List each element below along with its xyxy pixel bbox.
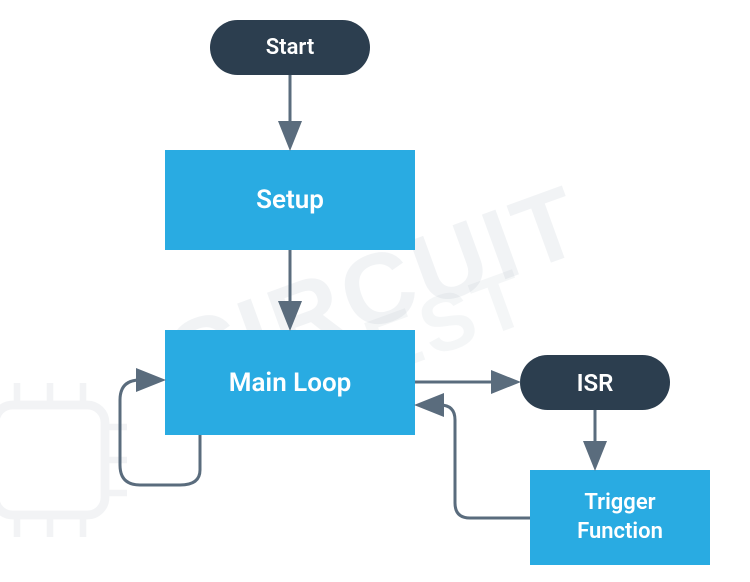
watermark-chip-icon — [0, 350, 160, 570]
trigger-node: Trigger Function — [530, 470, 710, 565]
trigger-label: Trigger Function — [577, 489, 663, 546]
arrow-trigger-to-mainloop — [420, 405, 530, 518]
isr-node: ISR — [520, 355, 670, 410]
isr-label: ISR — [577, 369, 614, 397]
mainloop-node: Main Loop — [165, 330, 415, 435]
setup-node: Setup — [165, 150, 415, 250]
start-label: Start — [266, 35, 314, 60]
start-node: Start — [210, 20, 370, 75]
mainloop-label: Main Loop — [229, 368, 352, 398]
setup-label: Setup — [256, 185, 324, 215]
